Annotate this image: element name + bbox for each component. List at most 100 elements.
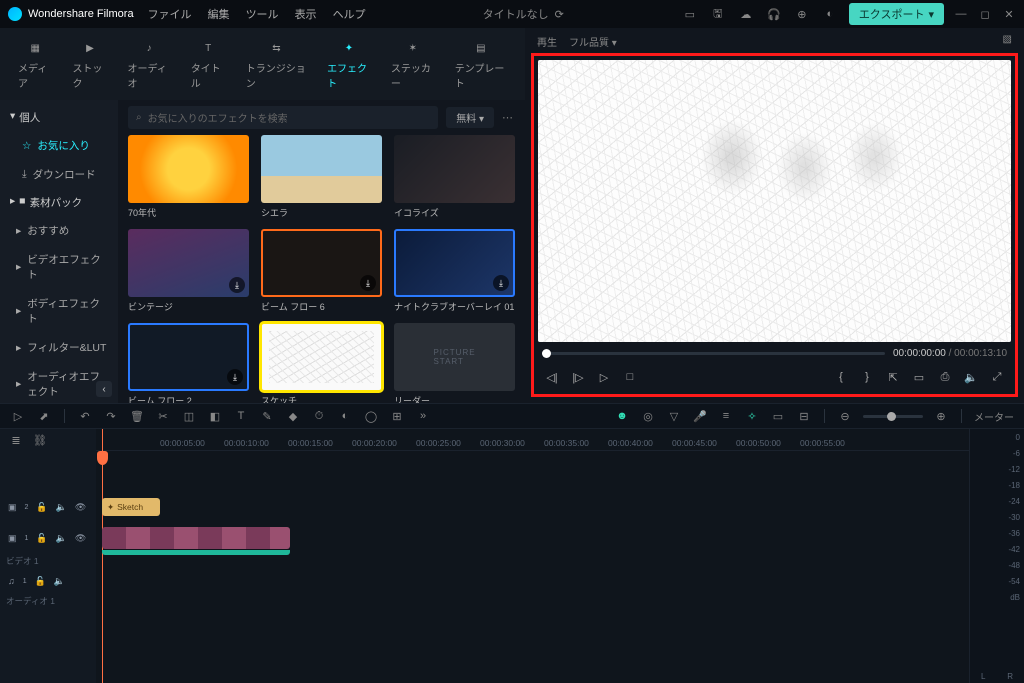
redo-button[interactable]: ↷ xyxy=(103,408,119,424)
track-settings-icon[interactable]: ≣ xyxy=(8,432,24,448)
cloud-icon[interactable]: ☁ xyxy=(737,5,755,23)
delete-button[interactable]: 🗑 xyxy=(129,408,145,424)
display-icon[interactable]: ▭ xyxy=(911,369,927,385)
scrub-handle[interactable] xyxy=(542,349,551,358)
title-tool[interactable]: T xyxy=(233,408,249,424)
preview-tab-play[interactable]: 再生 xyxy=(537,34,557,49)
scrub-track[interactable] xyxy=(542,352,885,355)
view-tool[interactable]: ⊟ xyxy=(796,408,812,424)
effect-thumb-4[interactable]: ⤓ビーム フロー 6 xyxy=(261,229,382,313)
link-icon[interactable]: ⛓ xyxy=(32,432,48,448)
sidebar-download[interactable]: ⤓ダウンロード xyxy=(0,160,118,189)
sidebar-collapse-button[interactable]: ‹ xyxy=(96,381,112,397)
notify-icon[interactable]: ⊕ xyxy=(793,5,811,23)
export-button[interactable]: エクスポート▾ xyxy=(849,3,944,25)
effect-thumb-6[interactable]: ⤓ビーム フロー 2 xyxy=(128,323,249,403)
video-clip[interactable] xyxy=(102,527,290,549)
menu-file[interactable]: ファイル xyxy=(148,6,192,22)
text-button[interactable]: ◧ xyxy=(207,408,223,424)
sidebar-item-recommended[interactable]: ▸おすすめ xyxy=(0,216,118,245)
sidebar-header-materials[interactable]: ▸■ 素材パック xyxy=(0,189,118,216)
tab-effect[interactable]: ✦エフェクト xyxy=(321,34,377,94)
effect-thumb-8[interactable]: PICTURESTARTリーダー xyxy=(394,323,515,403)
cut-button[interactable]: ✂ xyxy=(155,408,171,424)
play-button[interactable]: ▷ xyxy=(596,369,612,385)
zoom-out-button[interactable]: ⊖ xyxy=(837,408,853,424)
fullscreen-icon[interactable]: ⤢ xyxy=(989,369,1005,385)
volume-icon[interactable]: 🔈 xyxy=(963,369,979,385)
preview-tab-quality[interactable]: フル品質 ▾ xyxy=(569,34,617,49)
edit-tool[interactable]: ✎ xyxy=(259,408,275,424)
lock-icon[interactable]: 🔓 xyxy=(36,502,47,513)
timeline-canvas[interactable]: 00:00:05:0000:00:10:0000:00:15:0000:00:2… xyxy=(96,429,969,683)
effect-thumb-0[interactable]: 70年代 xyxy=(128,135,249,219)
mute-icon[interactable]: 🔈 xyxy=(54,576,65,587)
ai-tool[interactable]: ☻ xyxy=(614,408,630,424)
video-track-lane[interactable] xyxy=(96,525,969,557)
tab-media[interactable]: ▦メディア xyxy=(12,34,58,94)
free-filter[interactable]: 無料 ▾ xyxy=(446,107,494,128)
video-track-header[interactable]: ▣1 🔓 🔈 👁 xyxy=(0,521,96,555)
fx-track-lane[interactable]: ✦Sketch xyxy=(96,495,969,521)
next-frame-button[interactable]: |▷ xyxy=(570,369,586,385)
speed-tool[interactable]: ⏱ xyxy=(311,408,327,424)
adjust-tool[interactable]: ⊞ xyxy=(389,408,405,424)
support-icon[interactable]: 🎧 xyxy=(765,5,783,23)
stop-button[interactable]: □ xyxy=(622,369,638,385)
more-menu[interactable]: ⋯ xyxy=(502,111,515,124)
effect-thumb-5[interactable]: ⤓ナイトクラブオーバーレイ 01 xyxy=(394,229,515,313)
zoom-in-button[interactable]: ⊕ xyxy=(933,408,949,424)
effect-thumb-1[interactable]: シエラ xyxy=(261,135,382,219)
tab-sticker[interactable]: ✶ステッカー xyxy=(385,34,441,94)
mute-icon[interactable]: 🔈 xyxy=(56,533,67,544)
preview-viewport[interactable] xyxy=(538,60,1011,342)
effect-thumb-3[interactable]: ⤓ビンテージ xyxy=(128,229,249,313)
menu-view[interactable]: 表示 xyxy=(295,6,317,22)
marker-tool[interactable]: ▽ xyxy=(666,408,682,424)
tab-template[interactable]: ▤テンプレート xyxy=(449,34,513,94)
tab-title[interactable]: Tタイトル xyxy=(185,34,232,94)
time-ruler[interactable]: 00:00:05:0000:00:10:0000:00:15:0000:00:2… xyxy=(96,429,969,451)
sidebar-favorites[interactable]: ☆お気に入り xyxy=(0,131,118,160)
minimize-button[interactable]: — xyxy=(954,7,968,21)
device-icon[interactable]: ▭ xyxy=(681,5,699,23)
effect-thumb-2[interactable]: イコライズ xyxy=(394,135,515,219)
zoom-slider[interactable] xyxy=(863,415,923,418)
avatar-icon[interactable]: ◐ xyxy=(821,5,839,23)
auto-tool[interactable]: ✧ xyxy=(744,408,760,424)
capture-icon[interactable]: ⎙ xyxy=(937,369,953,385)
mark-in-button[interactable]: { xyxy=(833,369,849,385)
search-input[interactable]: ⌕お気に入りのエフェクトを検索 xyxy=(128,106,438,129)
sidebar-item-filter-lut[interactable]: ▸フィルター&LUT xyxy=(0,333,118,362)
keyframe-tool[interactable]: ◆ xyxy=(285,408,301,424)
crop-button[interactable]: ◫ xyxy=(181,408,197,424)
render-tool[interactable]: ▭ xyxy=(770,408,786,424)
tab-transition[interactable]: ⇆トランジション xyxy=(240,34,313,94)
cursor-tool[interactable]: ⬈ xyxy=(36,408,52,424)
fx-track-header[interactable]: ▣2 🔓 🔈 👁 xyxy=(0,493,96,521)
save-icon[interactable]: 🖫 xyxy=(709,5,727,23)
record-tool[interactable]: ◎ xyxy=(640,408,656,424)
sidebar-item-video-fx[interactable]: ▸ビデオエフェクト xyxy=(0,245,118,289)
audio-track-header[interactable]: ♫1 🔓 🔈 xyxy=(0,567,96,595)
undo-button[interactable]: ↶ xyxy=(77,408,93,424)
select-tool[interactable]: ▷ xyxy=(10,408,26,424)
mixer-tool[interactable]: ≡ xyxy=(718,408,734,424)
sidebar-header-personal[interactable]: ▾個人 xyxy=(0,104,118,131)
voice-tool[interactable]: 🎤 xyxy=(692,408,708,424)
close-button[interactable]: ✕ xyxy=(1002,7,1016,21)
mute-icon[interactable]: 🔈 xyxy=(56,502,67,513)
popout-icon[interactable]: ⇱ xyxy=(885,369,901,385)
sidebar-item-body-fx[interactable]: ▸ボディエフェクト xyxy=(0,289,118,333)
eye-icon[interactable]: 👁 xyxy=(75,502,86,513)
eye-icon[interactable]: 👁 xyxy=(75,533,86,544)
menu-help[interactable]: ヘルプ xyxy=(333,6,366,22)
maximize-button[interactable]: ◻ xyxy=(978,7,992,21)
menu-edit[interactable]: 編集 xyxy=(208,6,230,22)
snapshot-icon[interactable]: ▧ xyxy=(1003,34,1012,49)
fx-clip-sketch[interactable]: ✦Sketch xyxy=(102,498,160,516)
tab-stock[interactable]: ▶ストック xyxy=(66,34,113,94)
color-tool[interactable]: ◐ xyxy=(337,408,353,424)
tab-audio[interactable]: ♪オーディオ xyxy=(121,34,176,94)
expand-tool[interactable]: » xyxy=(415,408,431,424)
